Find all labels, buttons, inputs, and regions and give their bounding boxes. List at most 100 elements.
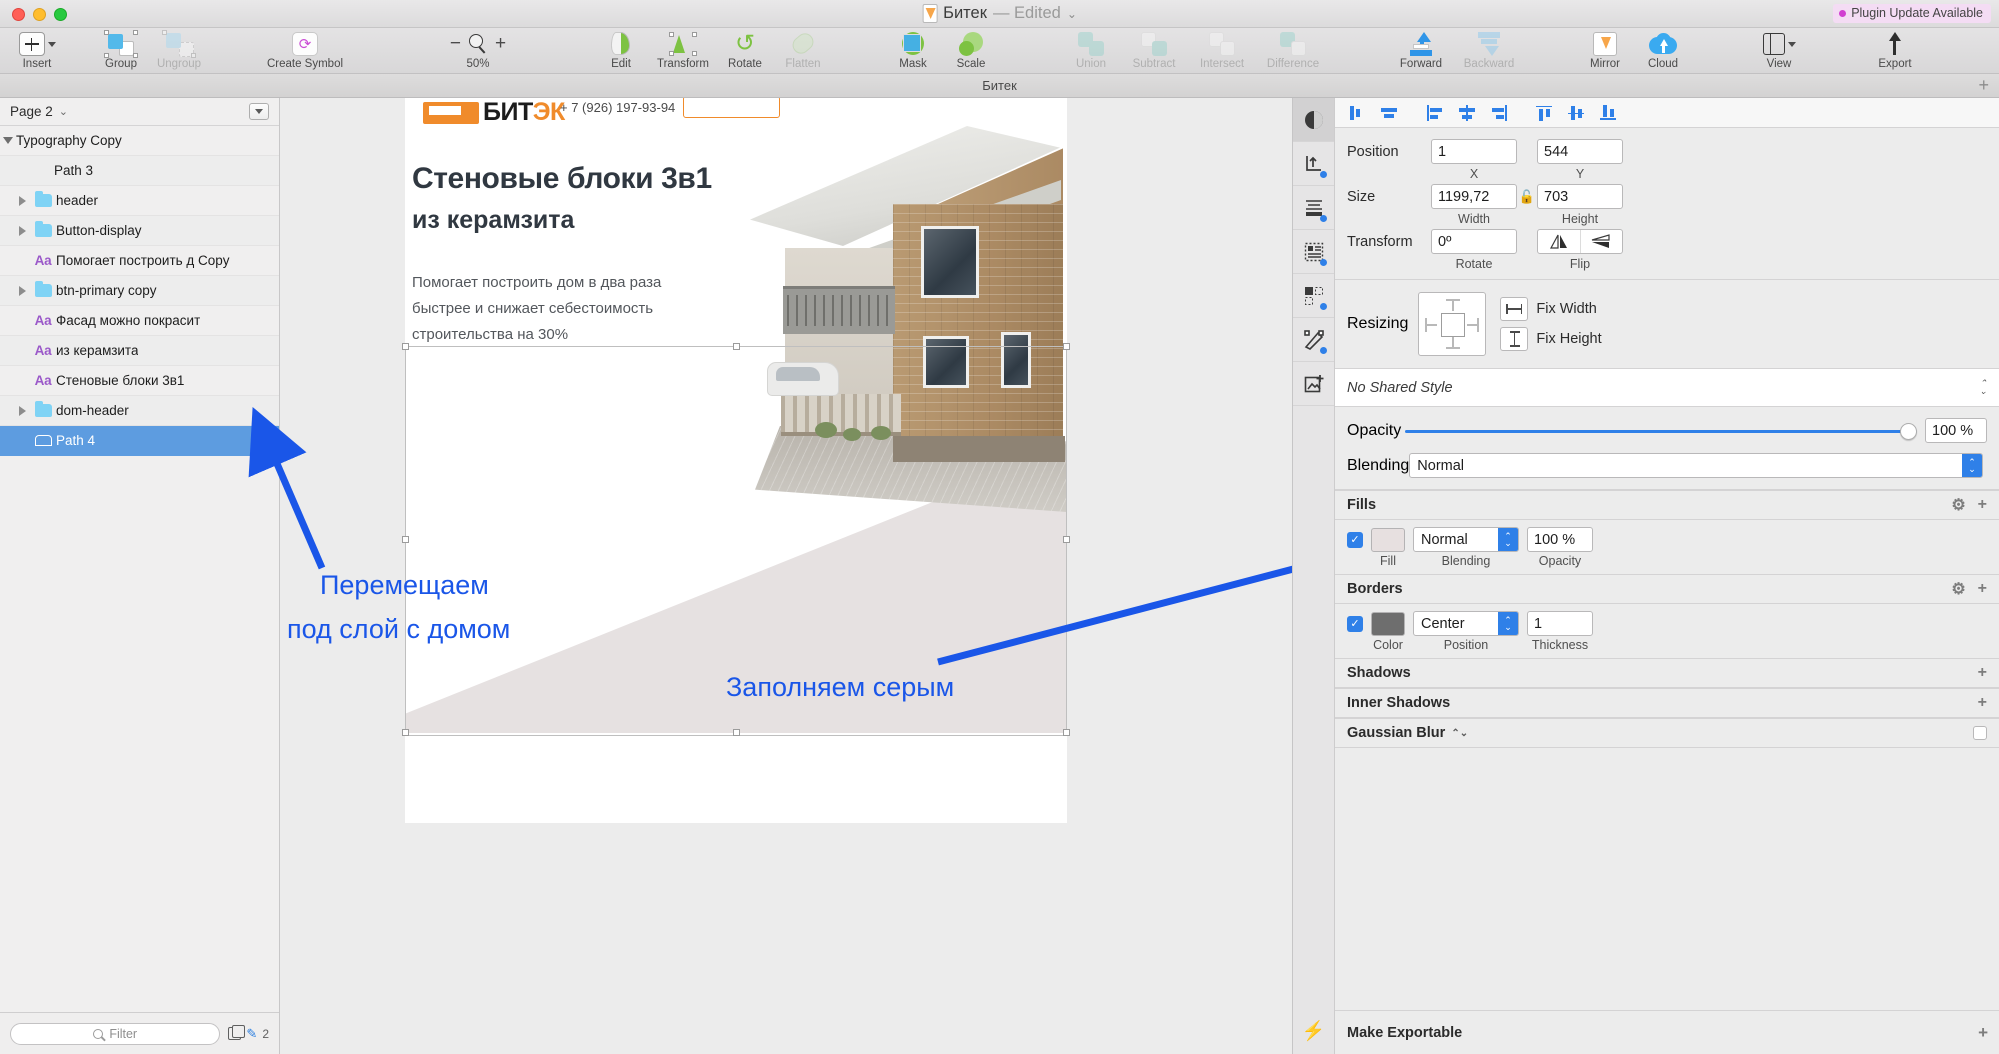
fills-settings-gear-icon[interactable]: ⚙ (1951, 495, 1965, 515)
border-enabled-checkbox[interactable]: ✓ (1347, 615, 1363, 632)
align-bottom-edge-button[interactable] (1593, 99, 1625, 127)
flip-horizontal-icon[interactable] (1538, 230, 1580, 253)
selection-handle[interactable] (1063, 536, 1070, 543)
border-position-stepper-icon[interactable]: ⌃ ⌄ (1498, 612, 1518, 635)
toolbar-view-button[interactable]: View (1744, 28, 1814, 70)
filter-toggles[interactable]: ✎ 2 (228, 1025, 269, 1042)
selection-handle[interactable] (733, 343, 740, 350)
blur-type-stepper-icon[interactable]: ⌃⌄ (1451, 728, 1468, 739)
layer-row-fasad-mozhno-pokrasit[interactable]: Aa Фасад можно покрасит (0, 306, 279, 336)
layer-row-header[interactable]: header (0, 186, 279, 216)
border-position-select[interactable]: Center ⌃ ⌄ (1413, 611, 1519, 636)
artboard[interactable]: БИТЭК + 7 (926) 197-93-94 Стеновые блоки… (402, 98, 1070, 823)
rail-shape-style-icon[interactable] (1293, 274, 1334, 318)
align-center-vertical-button[interactable] (1561, 99, 1593, 127)
opacity-slider[interactable] (1405, 422, 1917, 440)
disclosure-triangle-right-icon[interactable] (14, 225, 30, 236)
resizing-anchor-grid[interactable] (1418, 292, 1487, 356)
fix-height-icon[interactable] (1500, 327, 1529, 351)
toolbar-subtract-button[interactable]: Subtract (1120, 28, 1188, 70)
selection-handle[interactable] (1063, 729, 1070, 736)
align-center-horizontal-button[interactable] (1451, 99, 1483, 127)
document-title[interactable]: Битек — Edited ⌄ (922, 4, 1077, 23)
zoom-in-icon[interactable]: + (495, 32, 506, 56)
toolbar-mask-button[interactable]: Mask (884, 28, 942, 70)
toolbar-insert-button[interactable]: Insert (8, 28, 66, 70)
layer-row-btn-primary-copy[interactable]: btn-primary copy (0, 276, 279, 306)
page-selector[interactable]: Page 2 ⌄ (0, 98, 279, 126)
layer-row-path-3[interactable]: Path 3 (0, 156, 279, 186)
toolbar-backward-button[interactable]: Backward (1454, 28, 1524, 70)
selection-handle[interactable] (402, 536, 409, 543)
rail-export-icon[interactable] (1293, 142, 1334, 186)
fix-width-icon[interactable] (1500, 297, 1529, 321)
aspect-lock-icon[interactable]: 🔓 (1517, 189, 1537, 205)
rail-lightning-icon[interactable]: ⚡ (1293, 1008, 1334, 1054)
blending-select[interactable]: Normal ⌃ ⌄ (1409, 453, 1983, 478)
layer-row-dom-header[interactable]: dom-header (0, 396, 279, 426)
disclosure-triangle-right-icon[interactable] (14, 405, 30, 416)
make-exportable-add-icon[interactable]: + (1978, 1023, 1988, 1043)
rail-text-style-icon[interactable] (1293, 230, 1334, 274)
zoom-out-icon[interactable]: − (450, 32, 461, 56)
fill-blending-select[interactable]: Normal ⌃ ⌄ (1413, 527, 1519, 552)
selection-handle[interactable] (733, 729, 740, 736)
toolbar-forward-button[interactable]: Forward (1388, 28, 1454, 70)
toolbar-union-button[interactable]: Union (1062, 28, 1120, 70)
toolbar-mirror-button[interactable]: Mirror (1576, 28, 1634, 70)
page-list-popover-button[interactable] (249, 103, 269, 120)
document-tab[interactable]: Битек (982, 78, 1017, 93)
chevron-down-icon[interactable]: ⌄ (1067, 7, 1077, 21)
new-tab-plus-icon[interactable]: + (1978, 75, 1989, 96)
selection-handle[interactable] (1063, 343, 1070, 350)
align-right-edge-button[interactable] (1483, 99, 1515, 127)
layer-row-pomogaet-postroit[interactable]: Aa Помогает построить д Copy (0, 246, 279, 276)
layer-row-path-4[interactable]: Path 4 (0, 426, 279, 456)
toolbar-ungroup-button[interactable]: Ungroup (150, 28, 208, 70)
shared-style-selector[interactable]: No Shared Style ⌃ ⌄ (1335, 369, 1999, 407)
align-top-edge-button[interactable] (1529, 99, 1561, 127)
rotate-input[interactable]: 0º (1431, 229, 1517, 254)
blending-stepper-icon[interactable]: ⌃ ⌄ (1962, 454, 1982, 477)
disclosure-triangle-down-icon[interactable] (0, 137, 16, 144)
layer-row-button-display[interactable]: Button-display (0, 216, 279, 246)
duplicate-layers-icon[interactable] (228, 1025, 246, 1040)
layer-row-stenovye-bloki[interactable]: Aa Стеновые блоки 3в1 (0, 366, 279, 396)
toolbar-cloud-button[interactable]: Cloud (1634, 28, 1692, 70)
close-window-button[interactable] (12, 8, 25, 21)
pen-icon[interactable]: ✎ (246, 1026, 257, 1042)
toolbar-scale-button[interactable]: Scale (942, 28, 1000, 70)
toolbar-zoom-control[interactable]: − + 50% (430, 28, 526, 70)
border-color-swatch[interactable] (1371, 611, 1405, 636)
position-x-input[interactable]: 1 (1431, 139, 1517, 164)
selection-handle[interactable] (402, 729, 409, 736)
toolbar-transform-button[interactable]: Transform (650, 28, 716, 70)
shared-style-stepper-icon[interactable]: ⌃ ⌄ (1979, 379, 1987, 396)
fix-height-row[interactable]: Fix Height (1500, 327, 1602, 351)
layer-list[interactable]: Typography Copy Path 3 header Button-dis… (0, 126, 279, 1012)
disclosure-triangle-right-icon[interactable] (14, 195, 30, 206)
artboard-cta-button[interactable] (683, 98, 780, 118)
borders-settings-gear-icon[interactable]: ⚙ (1951, 579, 1965, 599)
toolbar-flatten-button[interactable]: Flatten (774, 28, 832, 70)
selection-handle[interactable] (402, 343, 409, 350)
position-y-input[interactable]: 544 (1537, 139, 1623, 164)
disclosure-triangle-right-icon[interactable] (14, 285, 30, 296)
toolbar-difference-button[interactable]: Difference (1256, 28, 1330, 70)
toolbar-edit-button[interactable]: Edit (592, 28, 650, 70)
fill-blending-stepper-icon[interactable]: ⌃ ⌄ (1498, 528, 1518, 551)
rail-pen-edit-icon[interactable] (1293, 318, 1334, 362)
opacity-input[interactable]: 100 % (1925, 418, 1987, 443)
fill-enabled-checkbox[interactable]: ✓ (1347, 531, 1363, 548)
flip-vertical-icon[interactable] (1579, 230, 1623, 253)
plugin-update-badge[interactable]: Plugin Update Available (1833, 4, 1991, 23)
make-exportable-row[interactable]: Make Exportable + (1335, 1010, 1999, 1054)
flip-buttons[interactable] (1537, 229, 1623, 254)
align-left-edge-button[interactable] (1419, 99, 1451, 127)
maximize-window-button[interactable] (54, 8, 67, 21)
search-input[interactable]: Filter (10, 1022, 221, 1045)
align-top-button[interactable] (1373, 99, 1405, 127)
fill-opacity-input[interactable]: 100 % (1527, 527, 1593, 552)
fix-width-row[interactable]: Fix Width (1500, 297, 1601, 321)
blur-enabled-checkbox[interactable] (1973, 726, 1987, 740)
